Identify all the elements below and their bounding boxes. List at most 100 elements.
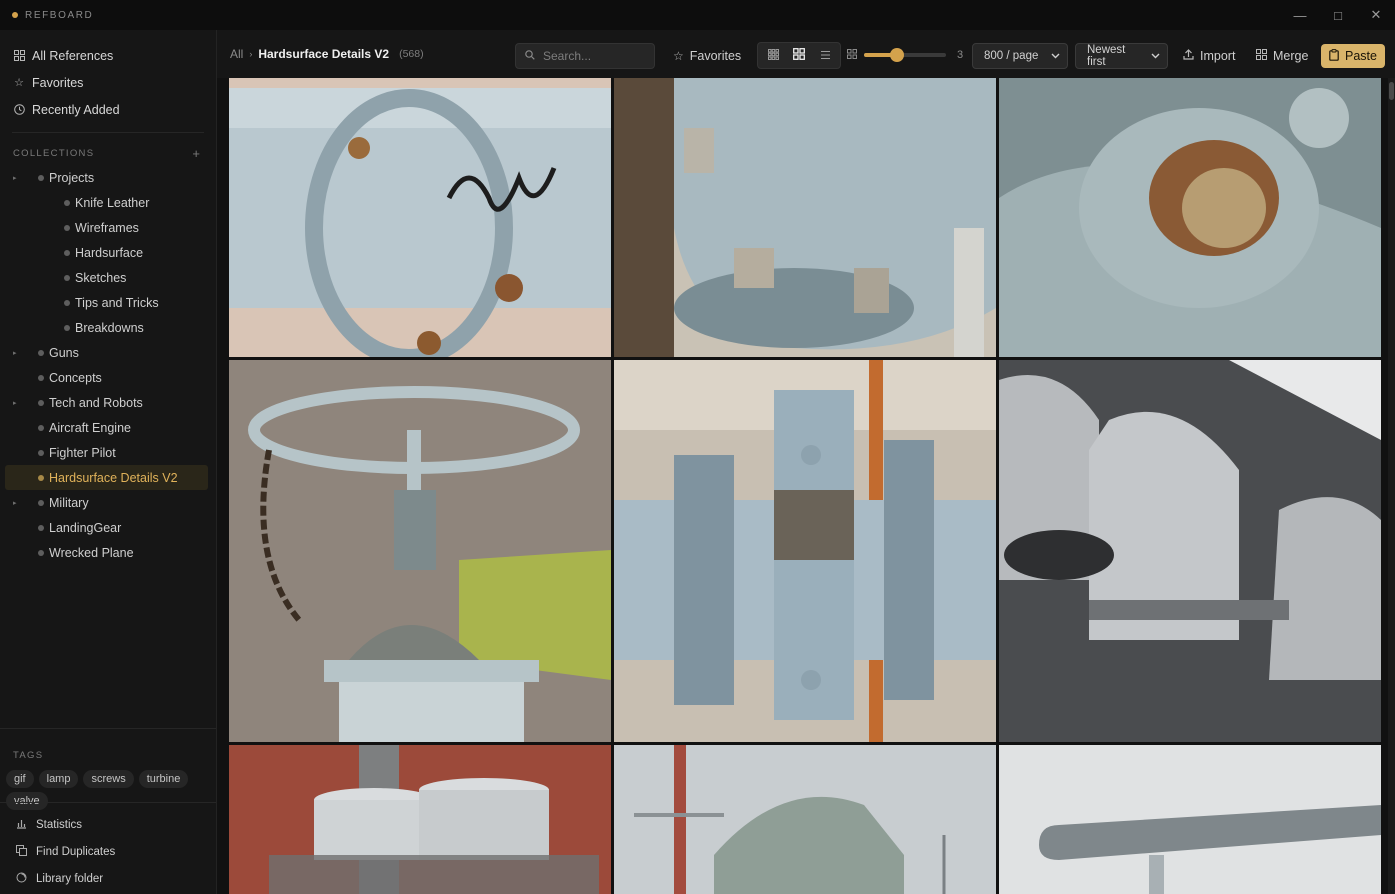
slider-track[interactable] (864, 48, 946, 62)
collection-item[interactable]: ▸ Tech and Robots (0, 390, 216, 415)
image-thumbnail-rooftop-vent-hoods[interactable] (999, 360, 1381, 742)
nav-all-references[interactable]: All References (0, 42, 216, 69)
star-icon: ☆ (14, 77, 24, 89)
image-thumbnail-ship-tank-antenna[interactable] (614, 745, 996, 894)
collection-dot-icon (38, 524, 44, 531)
thumbnail-image (999, 78, 1381, 357)
collection-label: Breakdowns (75, 320, 144, 335)
nav-label: Favorites (32, 75, 84, 90)
expand-arrow-icon[interactable]: ▸ (13, 499, 17, 507)
collection-item[interactable]: LandingGear (0, 515, 216, 540)
breadcrumb: All › Hardsurface Details V2 (568) (230, 30, 424, 78)
compact-grid-view-icon[interactable] (761, 48, 785, 63)
collection-item[interactable]: ▸ Military (0, 490, 216, 515)
maximize-icon[interactable]: □ (1319, 0, 1357, 30)
breadcrumb-root[interactable]: All (230, 47, 243, 61)
nav-recently-added[interactable]: Recently Added (0, 96, 216, 123)
per-page-value: 800 / page (984, 50, 1039, 62)
collection-dot-icon (64, 324, 70, 331)
expand-arrow-icon[interactable]: ▸ (13, 349, 17, 357)
collections-header: COLLECTIONS + (0, 143, 216, 163)
collection-dot-icon (38, 399, 44, 406)
collection-item[interactable]: Sketches (0, 265, 216, 290)
collection-dot-icon (38, 349, 44, 356)
image-thumbnail-rail-beam-sky[interactable] (999, 745, 1381, 894)
collection-label: Aircraft Engine (49, 420, 131, 435)
collection-dot-icon (38, 374, 44, 381)
sort-value: Newest first (1087, 44, 1126, 68)
image-thumbnail-pipe-flange-graffiti[interactable] (229, 78, 611, 357)
collection-item[interactable]: Knife Leather (0, 190, 216, 215)
paste-button[interactable]: Paste (1321, 44, 1385, 68)
collection-item[interactable]: ▸ Projects (0, 165, 216, 190)
grid-view-icon[interactable] (787, 48, 811, 63)
view-mode-toggle (757, 42, 841, 69)
clock-icon (13, 104, 25, 116)
tag-chip[interactable]: gif (6, 770, 34, 788)
nav-favorites[interactable]: ☆ Favorites (0, 69, 216, 96)
library-folder-button[interactable]: Library folder (0, 865, 216, 892)
image-thumbnail-pipe-coupling-bolts[interactable] (614, 360, 996, 742)
search-box[interactable] (515, 43, 655, 69)
nav-label: Recently Added (32, 102, 120, 117)
collection-dot-icon (64, 274, 70, 281)
collection-item[interactable]: Aircraft Engine (0, 415, 216, 440)
chevron-down-icon (1151, 51, 1160, 61)
search-input[interactable] (543, 49, 643, 63)
collection-label: Concepts (49, 370, 102, 385)
tags-header: TAGS (0, 745, 216, 765)
collection-item[interactable]: Wrecked Plane (0, 540, 216, 565)
statistics-button[interactable]: Statistics (0, 811, 216, 838)
image-thumbnail-brick-wall-units[interactable] (229, 745, 611, 894)
per-page-select[interactable]: 800 / page (972, 43, 1068, 69)
scrollbar[interactable] (1388, 78, 1395, 894)
collection-item[interactable]: Tips and Tricks (0, 290, 216, 315)
collection-dot-icon (64, 249, 70, 256)
close-icon[interactable]: ✕ (1357, 0, 1395, 30)
import-label: Import (1200, 49, 1236, 63)
thumbnail-image (229, 360, 611, 742)
scrollbar-thumb[interactable] (1389, 82, 1394, 100)
sidebar-footer: Statistics Find Duplicates Library folde… (0, 802, 216, 892)
minimize-icon[interactable]: — (1281, 0, 1319, 30)
thumbnail-image (999, 745, 1381, 894)
tag-chip[interactable]: screws (83, 770, 134, 788)
collection-dot-icon (38, 174, 44, 181)
tags-title: TAGS (13, 749, 44, 761)
find-duplicates-button[interactable]: Find Duplicates (0, 838, 216, 865)
expand-arrow-icon[interactable]: ▸ (13, 174, 17, 182)
favorites-filter-button[interactable]: ☆ Favorites (673, 43, 741, 69)
add-collection-button[interactable]: + (192, 146, 200, 161)
collection-dot-icon (38, 449, 44, 456)
collection-item[interactable]: Wireframes (0, 215, 216, 240)
expand-arrow-icon[interactable]: ▸ (13, 399, 17, 407)
collection-item[interactable]: Hardsurface Details V2 (5, 465, 208, 490)
paste-label: Paste (1345, 49, 1377, 63)
image-thumbnail-pipe-elbow-bolts[interactable] (614, 78, 996, 357)
tag-chip[interactable]: turbine (138, 770, 189, 788)
list-view-icon[interactable] (813, 49, 837, 63)
clipboard-icon (1329, 48, 1339, 64)
collection-item[interactable]: Hardsurface (0, 240, 216, 265)
image-thumbnail-valve-handwheel-chain[interactable] (229, 360, 611, 742)
slider-thumb[interactable] (889, 48, 904, 62)
collection-label: Fighter Pilot (49, 445, 116, 460)
sort-select[interactable]: Newest first (1075, 43, 1168, 69)
merge-button[interactable]: Merge (1256, 43, 1308, 69)
collection-item[interactable]: ▸ Guns (0, 340, 216, 365)
chevron-down-icon (1051, 51, 1060, 61)
collection-label: Military (49, 495, 89, 510)
tag-chip[interactable]: lamp (38, 770, 79, 788)
collection-dot-icon (38, 474, 44, 481)
collection-item[interactable]: Concepts (0, 365, 216, 390)
collection-label: Hardsurface (75, 245, 144, 260)
star-icon: ☆ (673, 49, 684, 63)
import-button[interactable]: Import (1183, 43, 1235, 69)
collection-dot-icon (38, 499, 44, 506)
collection-item[interactable]: Breakdowns (0, 315, 216, 340)
collection-item[interactable]: Fighter Pilot (0, 440, 216, 465)
image-thumbnail-rusted-bolt-closeup[interactable] (999, 78, 1381, 357)
column-size-slider[interactable]: 3 (847, 44, 963, 66)
sidebar: All References ☆ Favorites Recently Adde… (0, 30, 217, 894)
collection-label: Guns (49, 345, 79, 360)
